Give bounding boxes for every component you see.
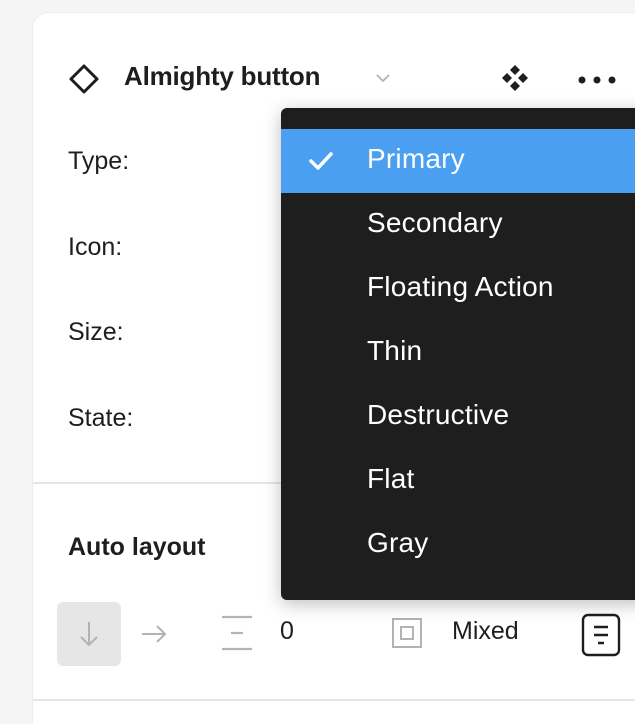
property-label-icon: Icon: — [68, 233, 123, 261]
component-title[interactable]: Almighty button — [124, 61, 320, 92]
direction-vertical-button[interactable] — [57, 602, 121, 666]
dropdown-option-label: Gray — [367, 527, 429, 558]
dropdown-option-label: Destructive — [367, 399, 510, 430]
arrow-down-icon — [80, 622, 98, 647]
alignment-icon[interactable] — [579, 613, 623, 657]
dropdown-option-floating-action[interactable]: Floating Action — [281, 257, 635, 321]
dropdown-option-destructive[interactable]: Destructive — [281, 385, 635, 449]
section-divider — [33, 699, 635, 701]
padding-value[interactable]: Mixed — [452, 617, 519, 646]
padding-icon — [391, 617, 423, 649]
dropdown-option-gray[interactable]: Gray — [281, 513, 635, 577]
chevron-down-icon[interactable] — [373, 68, 393, 88]
direction-horizontal-button[interactable] — [137, 617, 171, 651]
dropdown-option-thin[interactable]: Thin — [281, 321, 635, 385]
dropdown-option-label: Primary — [367, 143, 465, 174]
property-label-state: State: — [68, 404, 134, 432]
property-label-type: Type: — [68, 147, 130, 175]
dropdown-option-label: Flat — [367, 463, 415, 494]
spacing-value[interactable]: 0 — [280, 617, 294, 646]
component-diamond-icon — [68, 63, 100, 95]
more-options-icon[interactable] — [578, 73, 628, 87]
spacing-between-icon — [219, 613, 255, 653]
dropdown-option-label: Secondary — [367, 207, 503, 238]
dropdown-option-label: Floating Action — [367, 271, 554, 302]
auto-layout-title: Auto layout — [68, 533, 206, 561]
arrow-right-icon — [142, 625, 167, 643]
dropdown-option-secondary[interactable]: Secondary — [281, 193, 635, 257]
dropdown-option-flat[interactable]: Flat — [281, 449, 635, 513]
dropdown-option-primary[interactable]: Primary — [281, 129, 635, 193]
dropdown-option-label: Thin — [367, 335, 423, 366]
go-to-main-component-icon[interactable] — [499, 62, 531, 94]
check-icon — [306, 147, 336, 175]
type-dropdown-menu: Primary Secondary Floating Action Thin D… — [281, 108, 635, 600]
property-label-size: Size: — [68, 318, 124, 346]
